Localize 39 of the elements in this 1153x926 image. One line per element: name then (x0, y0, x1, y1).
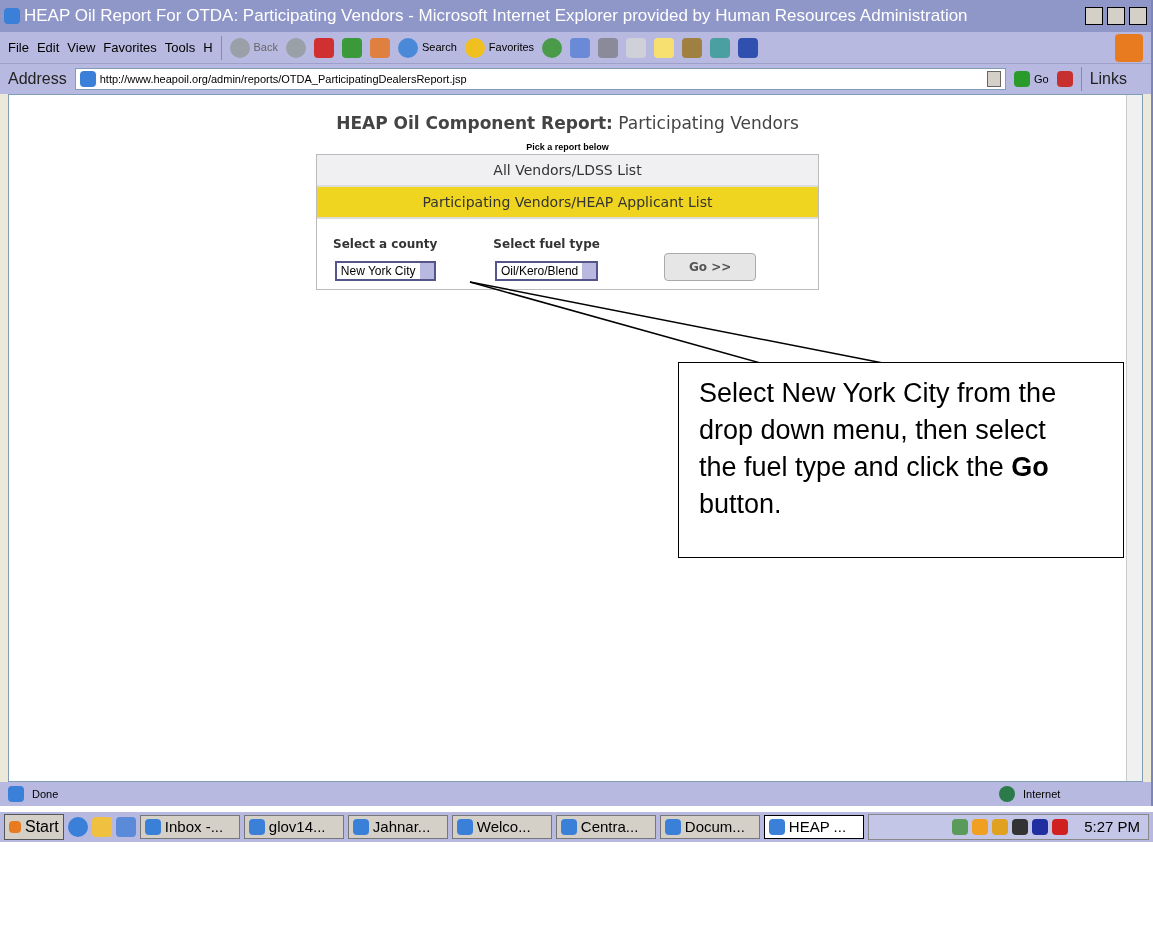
minimize-button[interactable] (1085, 7, 1103, 25)
menu-item[interactable]: Favorites (103, 37, 157, 58)
status-text: Done (32, 786, 60, 802)
select-field[interactable]: Oil/Kero/Blend (494, 261, 599, 281)
select-field[interactable]: New York City (334, 261, 436, 281)
menu-item[interactable]: H (203, 37, 213, 58)
clock-text: 5:27 PM (1084, 816, 1140, 837)
menu-item[interactable]: File (8, 37, 29, 58)
menu-item[interactable]: Tools (164, 37, 196, 58)
taskbar-button[interactable]: Centra... (555, 815, 656, 839)
menu-item[interactable]: Edit (36, 37, 60, 58)
report-tab[interactable]: Participating Vendors/HEAP Applicant List (317, 187, 818, 219)
go-button[interactable]: Go >> (663, 253, 757, 281)
address-label: Address (8, 69, 67, 89)
go-button[interactable]: Go (1013, 70, 1049, 88)
maximize-button[interactable] (1107, 7, 1125, 25)
zone-text: Internet (1023, 786, 1062, 802)
search-button[interactable]: Search (398, 37, 457, 58)
taskbar-button[interactable]: Inbox -... (139, 815, 240, 839)
links-button[interactable]: Links (1089, 67, 1127, 91)
start-button[interactable]: Start (4, 814, 64, 840)
favorites-button[interactable]: Favorites (464, 37, 535, 58)
address-field[interactable]: http://www.heapoil.org/admin/reports/OTDA_ParticipatingDealersReport.jsp (74, 68, 1006, 90)
field-label: Select a county (333, 236, 438, 253)
page-heading: HEAP Oil Component Report: Participating Vendors (336, 112, 799, 135)
url-text: http://www.heapoil.org/admin/reports/OTDA_ParticipatingDealersReport.jsp (99, 71, 468, 87)
taskbar-button[interactable]: Docum... (659, 815, 760, 839)
page-subheading: Pick a report below (526, 140, 609, 154)
taskbar-button[interactable]: Welco... (451, 815, 552, 839)
taskbar-button[interactable]: HEAP ... (763, 815, 864, 839)
close-button[interactable] (1129, 7, 1147, 25)
callout-text: Select New York City from the drop down menu, then select the fuel type and click the Go button. (699, 377, 1058, 521)
field-label: Select fuel type (493, 236, 600, 253)
taskbar-button[interactable]: glov14... (243, 815, 344, 839)
report-tab[interactable]: All Vendors/LDSS List (317, 155, 818, 187)
scrollbar[interactable] (1126, 95, 1142, 781)
window-title: HEAP Oil Report For OTDA: Participating Vendors - Microsoft Internet Explorer provided by Human Resources Administration (24, 5, 969, 28)
menu-item[interactable]: View (67, 37, 96, 58)
taskbar-button[interactable]: Jahnar... (347, 815, 448, 839)
